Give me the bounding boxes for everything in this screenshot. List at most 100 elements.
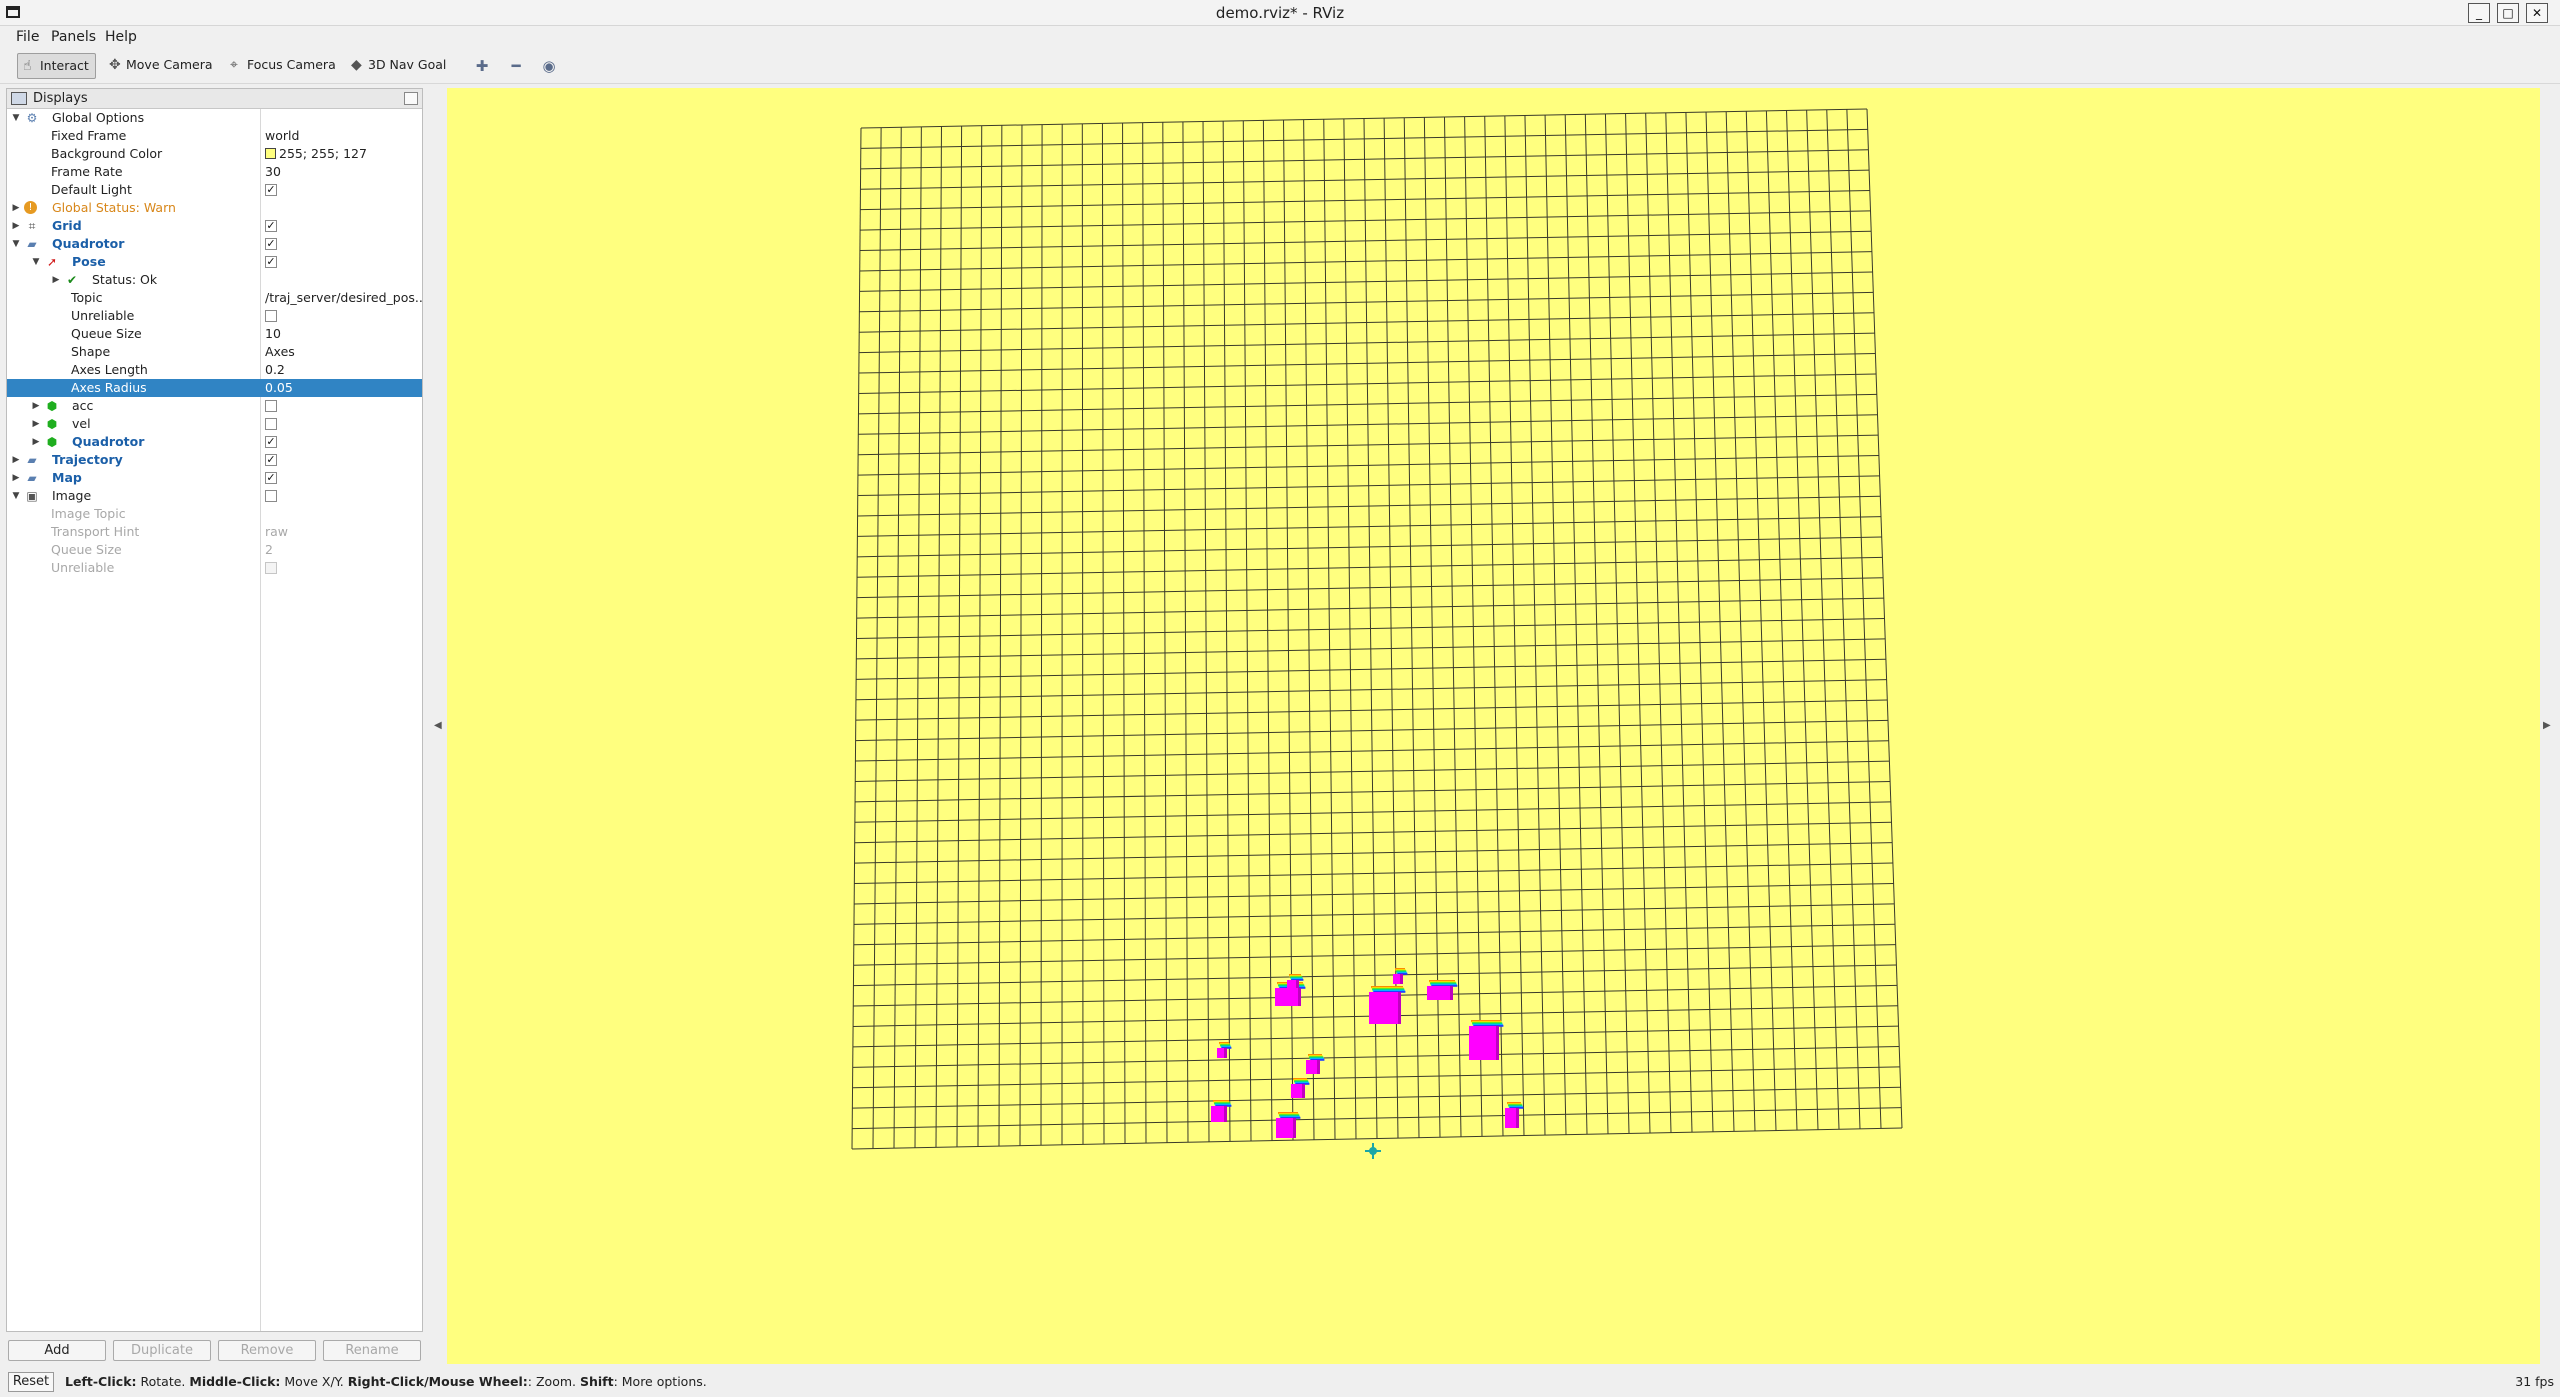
tree-row-default-light[interactable]: Default Light ✓	[7, 181, 422, 199]
collapse-left-panel-icon[interactable]: ◀	[434, 720, 442, 731]
grid-label: Grid	[52, 218, 82, 233]
trajectory-checkbox[interactable]: ✓	[265, 454, 277, 466]
quadrotor-child-checkbox[interactable]: ✓	[265, 436, 277, 448]
axes-radius-value[interactable]: 0.05	[265, 379, 423, 397]
tree-row-fixed-frame[interactable]: Fixed Frame world	[7, 127, 422, 145]
duplicate-display-button[interactable]: Duplicate	[113, 1340, 211, 1361]
tree-row-unreliable[interactable]: Unreliable	[7, 307, 422, 325]
scene-canvas[interactable]	[447, 88, 2540, 1364]
maximize-button[interactable]: □	[2497, 3, 2519, 23]
tree-row-queue-size[interactable]: Queue Size 10	[7, 325, 422, 343]
tree-row-shape[interactable]: Shape Axes	[7, 343, 422, 361]
menu-panels[interactable]: Panels	[51, 29, 96, 45]
image-unreliable-checkbox[interactable]	[265, 562, 277, 574]
rename-display-button[interactable]: Rename	[323, 1340, 421, 1361]
hint-shift-key: Shift	[579, 1374, 614, 1389]
status-ok-label: Status: Ok	[92, 272, 158, 287]
collapse-arrow-icon[interactable]: ▼	[31, 253, 41, 271]
tree-row-quadrotor-child[interactable]: ▶ ⬢ Quadrotor ✓	[7, 433, 422, 451]
folder-icon: ▰	[27, 471, 37, 485]
interact-tool[interactable]: ☝ Interact	[17, 53, 96, 79]
queue-size-value[interactable]: 10	[265, 325, 423, 343]
expand-arrow-icon[interactable]: ▶	[31, 433, 41, 451]
collapse-arrow-icon[interactable]: ▼	[11, 235, 21, 253]
tree-row-transport-hint[interactable]: Transport Hint raw	[7, 523, 422, 541]
remove-display-button[interactable]: Remove	[218, 1340, 316, 1361]
move-camera-label: Move Camera	[126, 57, 213, 72]
hint-middle-key: Middle-Click:	[189, 1374, 281, 1389]
expand-arrow-icon[interactable]: ▶	[31, 397, 41, 415]
tree-row-quadrotor[interactable]: ▼ ▰ Quadrotor ✓	[7, 235, 422, 253]
obstacle-cube	[1369, 986, 1406, 1024]
expand-arrow-icon[interactable]: ▶	[31, 415, 41, 433]
nav-goal-tool[interactable]: ◆ 3D Nav Goal	[346, 53, 452, 79]
hint-middle-text: Move X/Y.	[280, 1374, 348, 1389]
tree-row-global-status[interactable]: ▶ ! Global Status: Warn	[7, 199, 422, 217]
fixed-frame-value[interactable]: world	[265, 127, 423, 145]
folder-icon: ▰	[27, 453, 37, 467]
collapse-arrow-icon[interactable]: ▼	[11, 109, 21, 127]
add-tool-button[interactable]: ✚	[471, 57, 493, 77]
tree-row-axes-radius[interactable]: Axes Radius 0.05	[7, 379, 422, 397]
hint-left-key: Left-Click:	[65, 1374, 137, 1389]
hint-right-key: Right-Click/Mouse Wheel:	[347, 1374, 528, 1389]
background-color-value[interactable]: 255; 255; 127	[265, 145, 423, 163]
tree-row-axes-length[interactable]: Axes Length 0.2	[7, 361, 422, 379]
map-checkbox[interactable]: ✓	[265, 472, 277, 484]
tree-row-pose[interactable]: ▼ ➚ Pose ✓	[7, 253, 422, 271]
shape-value[interactable]: Axes	[265, 343, 423, 361]
add-display-button[interactable]: Add	[8, 1340, 106, 1361]
menu-file[interactable]: File	[16, 29, 39, 45]
expand-arrow-icon[interactable]: ▶	[51, 271, 61, 289]
tree-row-image[interactable]: ▼ ▣ Image	[7, 487, 422, 505]
remove-tool-button[interactable]: ━	[505, 57, 527, 77]
vel-checkbox[interactable]	[265, 418, 277, 430]
tree-row-global-options[interactable]: ▼ ⚙ Global Options	[7, 109, 422, 127]
tree-row-trajectory[interactable]: ▶ ▰ Trajectory ✓	[7, 451, 422, 469]
obstacle-cube	[1291, 1078, 1310, 1098]
pose-checkbox[interactable]: ✓	[265, 256, 277, 268]
tree-row-map[interactable]: ▶ ▰ Map ✓	[7, 469, 422, 487]
minimize-button[interactable]: _	[2468, 3, 2490, 23]
image-queue-size-value[interactable]: 2	[265, 541, 423, 559]
collapse-arrow-icon[interactable]: ▼	[11, 487, 21, 505]
close-button[interactable]: ✕	[2526, 3, 2548, 23]
expand-arrow-icon[interactable]: ▶	[11, 469, 21, 487]
expand-arrow-icon[interactable]: ▶	[11, 451, 21, 469]
map-label: Map	[52, 470, 82, 485]
image-checkbox[interactable]	[265, 490, 277, 502]
move-camera-tool[interactable]: ✥ Move Camera	[104, 53, 219, 79]
tree-row-background-color[interactable]: Background Color 255; 255; 127	[7, 145, 422, 163]
focus-camera-tool[interactable]: ⌖ Focus Camera	[225, 53, 342, 79]
move-icon: ✥	[109, 57, 121, 73]
eye-tool-button[interactable]: ◉	[538, 57, 560, 77]
tree-row-image-topic[interactable]: Image Topic	[7, 505, 422, 523]
acc-checkbox[interactable]	[265, 400, 277, 412]
default-light-checkbox[interactable]: ✓	[265, 184, 277, 196]
topic-value[interactable]: /traj_server/desired_pos...	[265, 289, 423, 307]
tree-row-grid[interactable]: ▶ ⌗ Grid ✓	[7, 217, 422, 235]
3d-render-view[interactable]	[447, 88, 2540, 1364]
menu-help[interactable]: Help	[105, 29, 137, 45]
image-icon: ▣	[26, 489, 38, 503]
reset-button[interactable]: Reset	[8, 1372, 54, 1392]
tree-row-topic[interactable]: Topic /traj_server/desired_pos...	[7, 289, 423, 307]
quadrotor-checkbox[interactable]: ✓	[265, 238, 277, 250]
tree-row-acc[interactable]: ▶ ⬢ acc	[7, 397, 422, 415]
transport-hint-value[interactable]: raw	[265, 523, 423, 541]
obstacle-cube	[1469, 1020, 1504, 1060]
collapse-right-panel-icon[interactable]: ▶	[2543, 720, 2551, 731]
tree-row-image-unreliable[interactable]: Unreliable	[7, 559, 422, 577]
float-panel-button[interactable]	[404, 92, 418, 105]
grid-checkbox[interactable]: ✓	[265, 220, 277, 232]
tree-row-status-ok[interactable]: ▶ ✔ Status: Ok	[7, 271, 422, 289]
unreliable-checkbox[interactable]	[265, 310, 277, 322]
monitor-icon	[11, 92, 27, 105]
expand-arrow-icon[interactable]: ▶	[11, 199, 21, 217]
frame-rate-value[interactable]: 30	[265, 163, 423, 181]
tree-row-frame-rate[interactable]: Frame Rate 30	[7, 163, 422, 181]
expand-arrow-icon[interactable]: ▶	[11, 217, 21, 235]
tree-row-image-queue-size[interactable]: Queue Size 2	[7, 541, 422, 559]
tree-row-vel[interactable]: ▶ ⬢ vel	[7, 415, 422, 433]
axes-length-value[interactable]: 0.2	[265, 361, 423, 379]
